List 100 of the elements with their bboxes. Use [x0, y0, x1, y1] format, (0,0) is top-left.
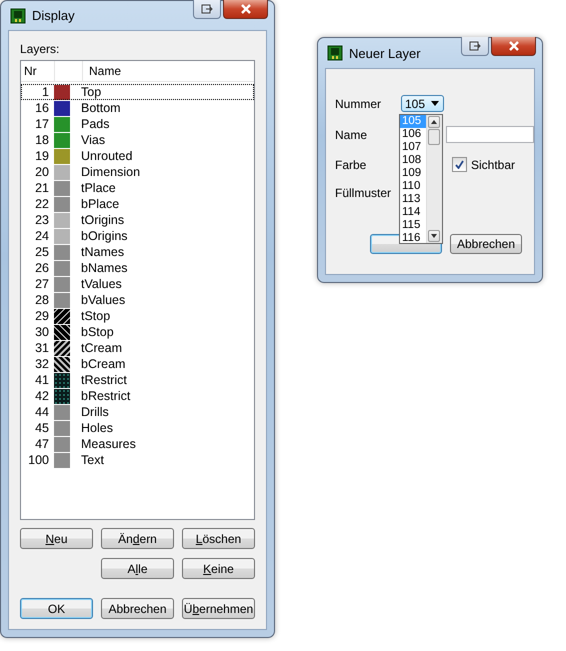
layer-name: Holes: [81, 421, 113, 435]
layer-row[interactable]: 21 tPlace: [21, 180, 254, 196]
layer-number: 44: [34, 405, 49, 419]
layer-name: bStop: [81, 325, 114, 339]
layer-row[interactable]: 100 Text: [21, 452, 254, 468]
dropdown-arrow-icon: [431, 101, 440, 106]
layer-name: Drills: [81, 405, 109, 419]
number-option[interactable]: 110: [400, 180, 426, 193]
layer-row[interactable]: 22 bPlace: [21, 196, 254, 212]
layer-number: 25: [34, 245, 49, 259]
column-header[interactable]: Name: [83, 61, 122, 81]
action-button[interactable]: Neu: [20, 528, 93, 549]
fill-pattern-label: Füllmuster: [335, 186, 392, 200]
layer-number: 100: [27, 453, 49, 467]
color-label: Farbe: [335, 158, 368, 172]
number-label: Nummer: [335, 96, 382, 110]
layer-number: 29: [34, 309, 49, 323]
layer-name: Measures: [81, 437, 136, 451]
layer-name: Pads: [81, 117, 110, 131]
layer-name: tOrigins: [81, 213, 124, 227]
check-icon: [455, 160, 464, 169]
layer-name: Top: [81, 85, 102, 99]
layer-name: tCream: [81, 341, 122, 355]
layer-row[interactable]: 16 Bottom: [21, 100, 254, 116]
window-title: Neuer Layer: [349, 46, 421, 60]
layer-name: bOrigins: [81, 229, 128, 243]
number-option[interactable]: 114: [400, 206, 426, 219]
layer-name: Dimension: [81, 165, 140, 179]
layer-row[interactable]: 32 bCream: [21, 356, 254, 372]
window-title: Display: [32, 8, 75, 23]
layer-row[interactable]: 44 Drills: [21, 404, 254, 420]
column-header[interactable]: Nr: [21, 61, 55, 81]
layer-name: bRestrict: [81, 389, 130, 403]
number-option[interactable]: 106: [400, 128, 426, 141]
visible-checkbox[interactable]: [452, 157, 467, 172]
layer-number: 21: [34, 181, 49, 195]
layer-row[interactable]: 29 tStop: [21, 308, 254, 324]
number-option[interactable]: 116: [400, 232, 426, 245]
layer-row[interactable]: 42 bRestrict: [21, 388, 254, 404]
layer-name: bValues: [81, 293, 126, 307]
number-option[interactable]: 115: [400, 219, 426, 232]
layer-row[interactable]: 28 bValues: [21, 292, 254, 308]
layer-number: 42: [34, 389, 49, 403]
action-button[interactable]: Keine: [182, 558, 255, 579]
number-option[interactable]: 108: [400, 154, 426, 167]
dialog-button[interactable]: OK: [20, 598, 93, 619]
visible-label: Sichtbar: [471, 158, 516, 172]
close-button[interactable]: [223, 0, 268, 19]
layer-row[interactable]: 31 tCream: [21, 340, 254, 356]
dialog-button[interactable]: Abbrechen: [101, 598, 174, 619]
window-mode-icon: [469, 41, 481, 51]
layer-name: Bottom: [81, 101, 121, 115]
layer-number: 31: [34, 341, 49, 355]
layer-row[interactable]: 24 bOrigins: [21, 228, 254, 244]
action-button[interactable]: Löschen: [182, 528, 255, 549]
scroll-down-button[interactable]: [428, 230, 440, 242]
scrollbar[interactable]: [426, 115, 442, 243]
layer-number: 1: [41, 85, 49, 99]
layer-number: 18: [34, 133, 49, 147]
number-option[interactable]: 113: [400, 193, 426, 206]
app-icon: [10, 8, 26, 24]
layer-row[interactable]: 17 Pads: [21, 116, 254, 132]
layer-row[interactable]: 20 Dimension: [21, 164, 254, 180]
number-option[interactable]: 107: [400, 141, 426, 154]
layer-name: bPlace: [81, 197, 120, 211]
layer-row[interactable]: 1 Top: [21, 84, 254, 100]
dialog-button[interactable]: Übernehmen: [182, 598, 255, 619]
layer-number: 45: [34, 421, 49, 435]
layer-row[interactable]: 23 tOrigins: [21, 212, 254, 228]
scroll-up-button[interactable]: [428, 116, 440, 128]
scrollbar-thumb[interactable]: [428, 129, 440, 145]
window-mode-icon: [201, 4, 213, 14]
layer-number: 24: [34, 229, 49, 243]
layer-row[interactable]: 27 tValues: [21, 276, 254, 292]
layer-number: 47: [34, 437, 49, 451]
up-arrow-icon: [431, 120, 437, 124]
layer-row[interactable]: 30 bStop: [21, 324, 254, 340]
layer-row[interactable]: 26 bNames: [21, 260, 254, 276]
layer-row[interactable]: 45 Holes: [21, 420, 254, 436]
layer-number: 28: [34, 293, 49, 307]
number-dropdown[interactable]: 105: [401, 95, 444, 112]
layer-row[interactable]: 25 tNames: [21, 244, 254, 260]
action-button[interactable]: Alle: [101, 558, 174, 579]
layer-number: 17: [34, 117, 49, 131]
name-label: Name: [335, 128, 368, 142]
number-option[interactable]: 109: [400, 167, 426, 180]
layer-number: 27: [34, 277, 49, 291]
layer-name: tValues: [81, 277, 122, 291]
action-button[interactable]: Ändern: [101, 528, 174, 549]
close-button[interactable]: [491, 37, 536, 56]
window-mode-button[interactable]: [193, 0, 221, 19]
layer-row[interactable]: 41 tRestrict: [21, 372, 254, 388]
cancel-button[interactable]: Abbrechen: [450, 234, 522, 254]
window-mode-button[interactable]: [461, 37, 489, 56]
name-field[interactable]: [446, 126, 534, 143]
layer-row[interactable]: 47 Measures: [21, 436, 254, 452]
layer-number: 22: [34, 197, 49, 211]
layer-number: 20: [34, 165, 49, 179]
layer-row[interactable]: 18 Vias: [21, 132, 254, 148]
layer-row[interactable]: 19 Unrouted: [21, 148, 254, 164]
